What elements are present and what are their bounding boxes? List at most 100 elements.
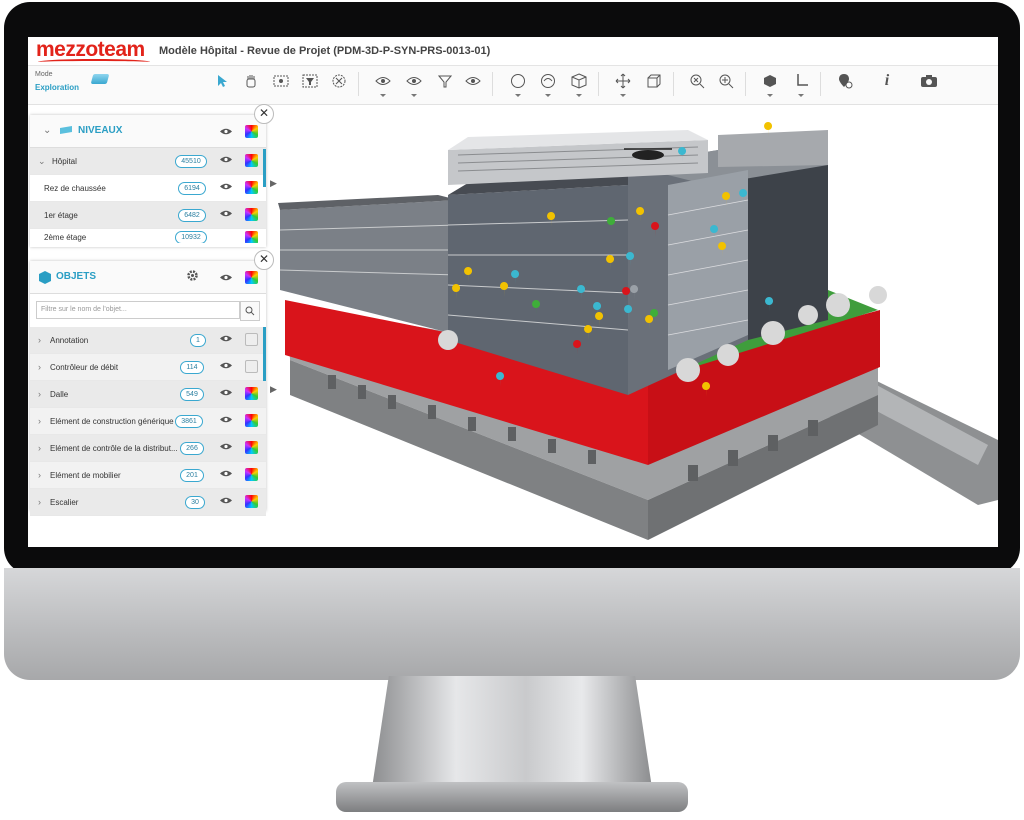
- chevron-down-icon[interactable]: ⌄: [38, 156, 46, 167]
- chevron-right-icon[interactable]: ›: [38, 470, 41, 480]
- color-picker-icon[interactable]: [245, 495, 258, 508]
- xray-icon[interactable]: [272, 72, 290, 90]
- list-item[interactable]: › Dalle 549: [30, 381, 266, 408]
- scrollbar[interactable]: [263, 149, 266, 187]
- mode-value[interactable]: Exploration: [35, 83, 79, 92]
- rotate-icon[interactable]: [539, 72, 557, 97]
- eye-icon[interactable]: [219, 415, 233, 424]
- list-item[interactable]: Rez de chaussée 6194: [30, 175, 266, 202]
- color-picker-icon[interactable]: [245, 468, 258, 481]
- layers-icon: [60, 126, 72, 134]
- close-icon[interactable]: ✕: [254, 104, 274, 124]
- scrollbar[interactable]: [263, 327, 266, 381]
- color-picker-icon[interactable]: [245, 125, 258, 138]
- eye-icon[interactable]: [219, 361, 233, 370]
- toolbar-separator: [492, 72, 493, 96]
- list-item[interactable]: › Elément de construction générique 3861: [30, 408, 266, 435]
- color-picker-icon[interactable]: [245, 414, 258, 427]
- toolbar: Mode Exploration i: [28, 66, 998, 105]
- eye-icon[interactable]: [219, 334, 233, 343]
- section-icon[interactable]: [761, 72, 779, 97]
- toolbar-separator: [820, 72, 821, 96]
- zoom-in-icon[interactable]: [717, 72, 735, 90]
- objets-list: › Annotation 1 › Contrôleur de débit 114…: [30, 327, 266, 516]
- niveau-label: 2ème étage: [44, 233, 87, 242]
- info-icon[interactable]: i: [878, 72, 896, 90]
- list-item[interactable]: 1er étage 6482: [30, 202, 266, 229]
- objet-label: Elément de mobilier: [50, 471, 121, 480]
- color-picker-icon[interactable]: [245, 360, 258, 373]
- expand-arrow-icon[interactable]: ▶: [270, 384, 278, 398]
- list-item[interactable]: 2ème étage 10932: [30, 229, 266, 243]
- eye-icon[interactable]: [219, 496, 233, 505]
- chevron-right-icon[interactable]: ›: [38, 335, 41, 345]
- toolbar-separator: [745, 72, 746, 96]
- chevron-right-icon[interactable]: ›: [38, 389, 41, 399]
- box-icon[interactable]: [645, 72, 663, 90]
- sphere-icon[interactable]: [509, 72, 527, 97]
- chevron-right-icon[interactable]: ›: [38, 416, 41, 426]
- niveaux-title: NIVEAUX: [78, 125, 123, 136]
- zoom-fit-icon[interactable]: [688, 72, 706, 90]
- filter-icon[interactable]: [301, 72, 319, 90]
- eye-icon[interactable]: [219, 209, 233, 218]
- niveau-label: 1er étage: [44, 211, 78, 220]
- list-item[interactable]: › Elément de contrôle de la distribut...…: [30, 435, 266, 462]
- measure-icon[interactable]: [792, 72, 810, 97]
- eye-icon[interactable]: [219, 127, 233, 136]
- select-icon[interactable]: [214, 72, 232, 90]
- collapse-icon[interactable]: ⌄: [43, 125, 51, 136]
- page-title: Modèle Hôpital - Revue de Projet (PDM-3D…: [159, 45, 491, 57]
- list-item[interactable]: › Escalier 30: [30, 489, 266, 516]
- chevron-right-icon[interactable]: ›: [38, 362, 41, 372]
- show-icon[interactable]: [405, 72, 423, 97]
- color-picker-icon[interactable]: [245, 271, 258, 284]
- clear-icon[interactable]: [330, 72, 348, 90]
- eye-icon[interactable]: [219, 182, 233, 191]
- cube-icon[interactable]: [570, 72, 588, 97]
- eye-icon[interactable]: [219, 469, 233, 478]
- color-picker-icon[interactable]: [245, 208, 258, 221]
- count-badge: 201: [180, 469, 204, 482]
- objet-label: Escalier: [50, 498, 79, 507]
- hide-icon[interactable]: [374, 72, 392, 97]
- expand-arrow-icon[interactable]: ▶: [270, 178, 278, 192]
- hand-icon[interactable]: [242, 72, 260, 90]
- move-icon[interactable]: [614, 72, 632, 97]
- monitor-stand: [372, 676, 652, 788]
- color-picker-icon[interactable]: [245, 154, 258, 167]
- isolate-icon[interactable]: [436, 72, 454, 90]
- count-badge: 549: [180, 388, 204, 401]
- list-item[interactable]: › Annotation 1: [30, 327, 266, 354]
- color-picker-icon[interactable]: [245, 181, 258, 194]
- eye-icon[interactable]: [219, 273, 233, 282]
- search-icon: [245, 306, 255, 316]
- color-picker-icon[interactable]: [245, 387, 258, 400]
- objet-label: Dalle: [50, 390, 69, 399]
- list-item[interactable]: ⌄ Hôpital 45510: [30, 148, 266, 175]
- toolbar-separator: [358, 72, 359, 96]
- mode-layer-icon[interactable]: [90, 74, 110, 84]
- chevron-right-icon[interactable]: ›: [38, 497, 41, 507]
- search-button[interactable]: [240, 301, 260, 321]
- list-item[interactable]: › Elément de mobilier 201: [30, 462, 266, 489]
- close-icon[interactable]: ✕: [254, 250, 274, 270]
- camera-icon[interactable]: [920, 72, 938, 90]
- search-input[interactable]: Filtre sur le nom de l'objet...: [36, 301, 240, 319]
- chevron-right-icon[interactable]: ›: [38, 443, 41, 453]
- gear-icon[interactable]: [186, 269, 199, 282]
- mode-label: Mode: [35, 71, 53, 78]
- color-picker-icon[interactable]: [245, 441, 258, 454]
- eye-icon[interactable]: [219, 388, 233, 397]
- count-badge: 6194: [178, 182, 206, 195]
- eye-icon[interactable]: [219, 442, 233, 451]
- pin-icon[interactable]: [836, 72, 854, 90]
- niveaux-panel: ⌄ NIVEAUX ⌄ Hôpital 45510 Rez de chaussé…: [30, 115, 266, 247]
- objets-title: OBJETS: [56, 271, 97, 282]
- app-screen: mezzoteam Modèle Hôpital - Revue de Proj…: [28, 37, 998, 547]
- eye-icon[interactable]: [219, 155, 233, 164]
- color-picker-icon[interactable]: [245, 231, 258, 243]
- eye-icon[interactable]: [464, 72, 482, 90]
- list-item[interactable]: › Contrôleur de débit 114: [30, 354, 266, 381]
- color-picker-icon[interactable]: [245, 333, 258, 346]
